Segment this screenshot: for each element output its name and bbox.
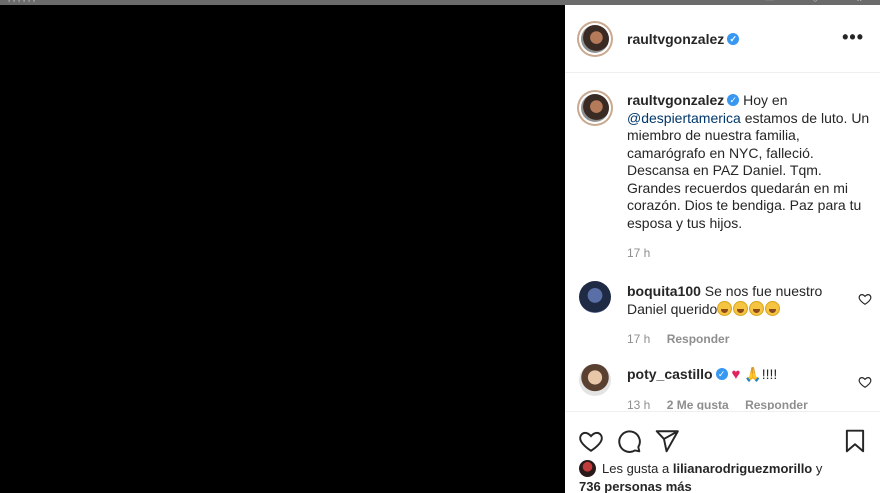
- verified-badge-icon: ✓: [715, 368, 728, 381]
- caption-body: estamos de luto. Un miembro de nuestra f…: [627, 109, 870, 231]
- comment-timestamp[interactable]: 17 h: [627, 332, 650, 346]
- comment-text: poty_castillo ✓ ♥ 🙏!!!!: [627, 366, 837, 384]
- mention-link[interactable]: @despiertamerica: [627, 110, 741, 126]
- likes-prefix: Les gusta a: [602, 461, 670, 476]
- faded-window-controls: — ○ ×: [765, 0, 880, 4]
- crying-emojis: [717, 301, 781, 317]
- crying-face-icon: [717, 301, 733, 317]
- post-header: raultvgonzalez ✓ •••: [565, 5, 880, 73]
- comment-body: !!!!: [761, 366, 778, 382]
- crying-face-icon: [765, 301, 781, 317]
- more-options-icon[interactable]: •••: [842, 28, 864, 46]
- comment-meta: 17 h Responder: [627, 332, 742, 346]
- like-comment-heart-icon[interactable]: [858, 292, 872, 306]
- post-actions-bar: Les gusta a lilianarodriguezmorillo y 73…: [565, 411, 880, 493]
- caption-username-link[interactable]: raultvgonzalez: [627, 92, 724, 108]
- commenter-avatar[interactable]: [579, 364, 611, 396]
- caption-timestamp[interactable]: 17 h: [627, 246, 650, 260]
- save-bookmark-icon[interactable]: [842, 428, 868, 454]
- praying-hands-emoji-icon: 🙏: [744, 366, 762, 382]
- comment-meta: 13 h 2 Me gusta Responder: [627, 398, 821, 410]
- liker-avatar[interactable]: [579, 460, 596, 478]
- comment-likes-count[interactable]: 2 Me gusta: [667, 398, 729, 410]
- comment-timestamp[interactable]: 13 h: [627, 398, 650, 410]
- verified-badge-icon: ✓: [727, 94, 740, 107]
- comment-bubble-icon[interactable]: [616, 428, 642, 454]
- commenter-avatar[interactable]: [579, 281, 611, 313]
- red-heart-emoji-icon: ♥: [731, 366, 741, 383]
- reply-button[interactable]: Responder: [745, 398, 808, 410]
- like-comment-heart-icon[interactable]: [858, 375, 872, 389]
- caption-text: raultvgonzalez ✓ Hoy en @despiertamerica …: [627, 92, 877, 232]
- post-media-black[interactable]: [0, 5, 565, 493]
- post-side-panel: raultvgonzalez ✓ ••• raultvgonzalez ✓ Hoy …: [565, 5, 880, 493]
- caption-author-avatar[interactable]: [577, 90, 613, 126]
- comments-scroll-area[interactable]: raultvgonzalez ✓ Hoy en @despiertamerica …: [565, 74, 880, 410]
- commenter-username-link[interactable]: boquita100: [627, 283, 701, 299]
- crying-face-icon: [749, 301, 765, 317]
- comment-item: boquita100 Se nos fue nuestro Daniel que…: [577, 279, 872, 349]
- likes-others-link[interactable]: 736 personas más: [579, 479, 692, 493]
- share-paper-plane-icon[interactable]: [654, 428, 680, 454]
- likes-conjunction: y: [815, 461, 823, 476]
- comment-text: boquita100 Se nos fue nuestro Daniel que…: [627, 283, 837, 318]
- liker-username-link[interactable]: lilianarodriguezmorillo: [673, 461, 812, 476]
- reply-button[interactable]: Responder: [667, 332, 730, 346]
- faded-window-title: ~ ; , ; , ; ,: [0, 0, 35, 3]
- author-avatar[interactable]: [577, 21, 613, 57]
- author-username-link[interactable]: raultvgonzalez ✓: [627, 31, 740, 47]
- like-heart-icon[interactable]: [578, 428, 604, 454]
- likes-summary: Les gusta a lilianarodriguezmorillo y 73…: [579, 460, 822, 493]
- verified-badge-icon: ✓: [727, 33, 740, 46]
- commenter-username-link[interactable]: poty_castillo: [627, 366, 713, 382]
- crying-face-icon: [733, 301, 749, 317]
- comment-item: poty_castillo ✓ ♥ 🙏!!!! 13 h 2 Me gusta R…: [577, 362, 872, 410]
- caption-prefix: Hoy en: [743, 92, 788, 108]
